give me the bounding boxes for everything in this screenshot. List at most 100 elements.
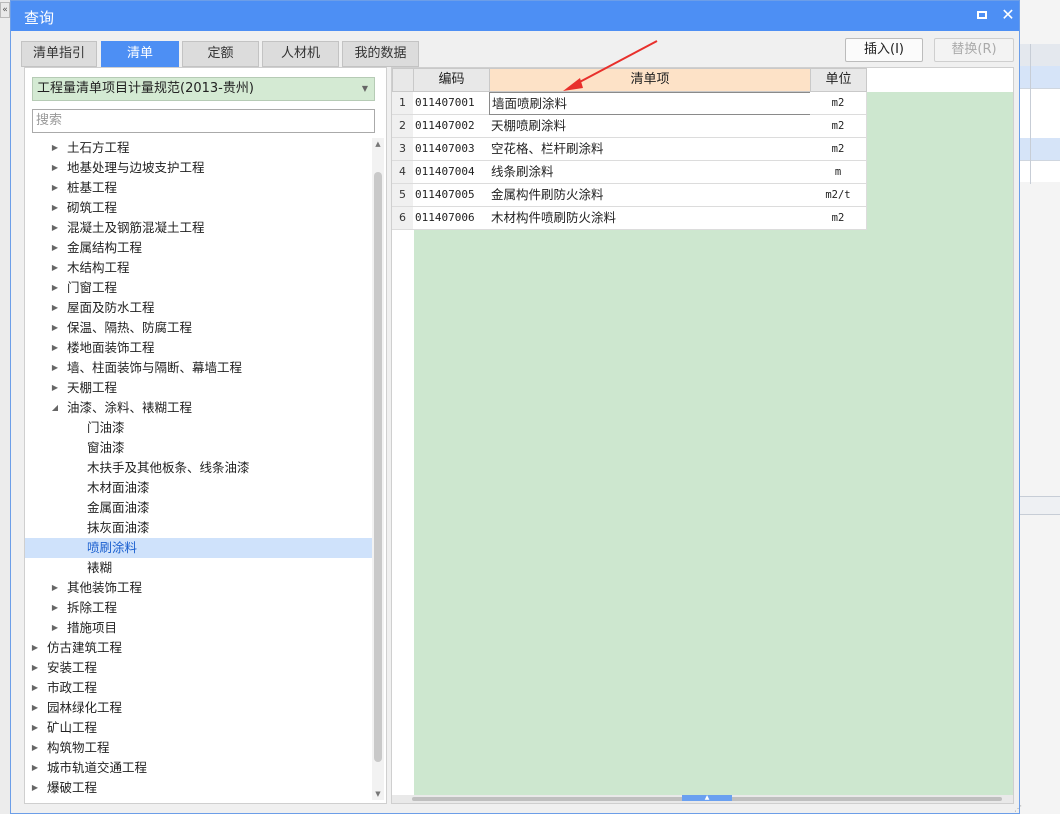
- tree-item[interactable]: ▶ 市政工程: [25, 678, 373, 698]
- expand-icon[interactable]: ▶: [50, 618, 60, 638]
- expand-icon[interactable]: ▶: [30, 638, 40, 658]
- tree-item[interactable]: ▶ 构筑物工程: [25, 738, 373, 758]
- tree-item[interactable]: 抹灰面油漆: [25, 518, 373, 538]
- row-number[interactable]: 3: [392, 138, 414, 161]
- expand-icon[interactable]: ▶: [50, 598, 60, 618]
- tree-item[interactable]: ▶ 矿山工程: [25, 718, 373, 738]
- tree-item[interactable]: ▶ 保温、隔热、防腐工程: [25, 318, 373, 338]
- tree-item[interactable]: ◢ 油漆、涂料、裱糊工程: [25, 398, 373, 418]
- cell-code[interactable]: 011407001: [413, 92, 490, 115]
- expand-icon[interactable]: ▶: [50, 298, 60, 318]
- row-number[interactable]: 5: [392, 184, 414, 207]
- expand-icon[interactable]: ▶: [50, 218, 60, 238]
- search-input[interactable]: 搜索: [32, 109, 375, 133]
- close-icon[interactable]: ✕: [999, 6, 1017, 24]
- maximize-icon[interactable]: [973, 6, 991, 24]
- expand-icon[interactable]: ▶: [50, 158, 60, 178]
- row-number[interactable]: 4: [392, 161, 414, 184]
- cell-item[interactable]: 木材构件喷刷防火涂料: [489, 207, 811, 230]
- cell-item[interactable]: 墙面喷刷涂料: [489, 92, 811, 115]
- expand-icon[interactable]: ▶: [50, 278, 60, 298]
- replace-button[interactable]: 替换(R): [934, 38, 1014, 62]
- cell-unit[interactable]: m: [810, 161, 867, 184]
- tree-item[interactable]: 金属面油漆: [25, 498, 373, 518]
- expand-icon[interactable]: ▶: [50, 578, 60, 598]
- tab-list-guide[interactable]: 清单指引: [21, 41, 97, 67]
- tree-item[interactable]: ▶ 天棚工程: [25, 378, 373, 398]
- tree-item[interactable]: ▶ 其他装饰工程: [25, 578, 373, 598]
- expand-icon[interactable]: ▶: [30, 718, 40, 738]
- header-code[interactable]: 编码: [413, 68, 490, 92]
- tree-item[interactable]: ▶ 安装工程: [25, 658, 373, 678]
- expand-icon[interactable]: ▶: [30, 758, 40, 778]
- grid-h-scrollbar[interactable]: ▲: [392, 795, 1013, 803]
- tree-item[interactable]: 窗油漆: [25, 438, 373, 458]
- collapse-side-icon[interactable]: «: [0, 2, 10, 18]
- cell-code[interactable]: 011407006: [413, 207, 490, 230]
- tree-item[interactable]: ▶ 混凝土及钢筋混凝土工程: [25, 218, 373, 238]
- expand-icon[interactable]: ▶: [30, 738, 40, 758]
- tree-item[interactable]: ▶ 措施项目: [25, 618, 373, 638]
- scroll-thumb[interactable]: ▲: [682, 795, 732, 801]
- tree-item[interactable]: 喷刷涂料: [25, 538, 373, 558]
- tab-quota[interactable]: 定额: [182, 41, 259, 67]
- tab-materials[interactable]: 人材机: [262, 41, 339, 67]
- cell-code[interactable]: 011407003: [413, 138, 490, 161]
- header-unit[interactable]: 单位: [810, 68, 867, 92]
- tree-item[interactable]: ▶ 土石方工程: [25, 138, 373, 158]
- tree-item[interactable]: ▶ 砌筑工程: [25, 198, 373, 218]
- row-number[interactable]: 2: [392, 115, 414, 138]
- expand-icon[interactable]: ▶: [50, 338, 60, 358]
- tree-item[interactable]: 木材面油漆: [25, 478, 373, 498]
- cell-unit[interactable]: m2: [810, 207, 867, 230]
- expand-icon[interactable]: ▶: [50, 198, 60, 218]
- expand-icon[interactable]: ▶: [50, 258, 60, 278]
- cell-code[interactable]: 011407005: [413, 184, 490, 207]
- expand-icon[interactable]: ▶: [50, 178, 60, 198]
- cell-unit[interactable]: m2: [810, 92, 867, 115]
- collapse-icon[interactable]: ◢: [50, 398, 60, 418]
- tree-item[interactable]: ▶ 拆除工程: [25, 598, 373, 618]
- tree-item[interactable]: ▶ 墙、柱面装饰与隔断、幕墙工程: [25, 358, 373, 378]
- tree-item[interactable]: ▶ 地基处理与边坡支护工程: [25, 158, 373, 178]
- cell-item[interactable]: 线条刷涂料: [489, 161, 811, 184]
- tree-item[interactable]: ▶ 爆破工程: [25, 778, 373, 798]
- expand-icon[interactable]: ▶: [30, 658, 40, 678]
- tree-item[interactable]: 裱糊: [25, 558, 373, 578]
- expand-icon[interactable]: ▶: [50, 238, 60, 258]
- expand-icon[interactable]: ▶: [30, 678, 40, 698]
- row-number[interactable]: 1: [392, 92, 414, 115]
- cell-unit[interactable]: m2: [810, 138, 867, 161]
- header-item[interactable]: 清单项: [489, 68, 811, 92]
- resize-grip-icon[interactable]: ⋰: [1014, 804, 1024, 814]
- cell-item[interactable]: 空花格、栏杆刷涂料: [489, 138, 811, 161]
- tree-item[interactable]: ▶ 木结构工程: [25, 258, 373, 278]
- tree-item[interactable]: ▶ 园林绿化工程: [25, 698, 373, 718]
- spec-dropdown[interactable]: 工程量清单项目计量规范(2013-贵州) ▼: [32, 77, 375, 101]
- cell-unit[interactable]: m2: [810, 115, 867, 138]
- expand-icon[interactable]: ▶: [50, 318, 60, 338]
- expand-icon[interactable]: ▶: [50, 358, 60, 378]
- cell-code[interactable]: 011407004: [413, 161, 490, 184]
- tab-my-data[interactable]: 我的数据: [342, 41, 419, 67]
- tree-item[interactable]: ▶ 桩基工程: [25, 178, 373, 198]
- expand-icon[interactable]: ▶: [50, 138, 60, 158]
- expand-icon[interactable]: ▶: [30, 698, 40, 718]
- tree-item[interactable]: ▶ 屋面及防水工程: [25, 298, 373, 318]
- tree-item[interactable]: ▶ 楼地面装饰工程: [25, 338, 373, 358]
- row-number[interactable]: 6: [392, 207, 414, 230]
- scroll-thumb[interactable]: [374, 172, 382, 762]
- cell-unit[interactable]: m2/t: [810, 184, 867, 207]
- tab-bill[interactable]: 清单: [101, 41, 179, 67]
- tree-item[interactable]: ▶ 仿古建筑工程: [25, 638, 373, 658]
- cell-item[interactable]: 天棚喷刷涂料: [489, 115, 811, 138]
- insert-button[interactable]: 插入(I): [845, 38, 923, 62]
- scroll-up-icon[interactable]: ▲: [372, 138, 384, 150]
- tree-item[interactable]: ▶ 金属结构工程: [25, 238, 373, 258]
- scroll-down-icon[interactable]: ▼: [372, 788, 384, 800]
- tree-scrollbar[interactable]: ▲ ▼: [372, 138, 384, 800]
- cell-item[interactable]: 金属构件刷防火涂料: [489, 184, 811, 207]
- tree-item[interactable]: 门油漆: [25, 418, 373, 438]
- cell-code[interactable]: 011407002: [413, 115, 490, 138]
- tree-item[interactable]: ▶ 门窗工程: [25, 278, 373, 298]
